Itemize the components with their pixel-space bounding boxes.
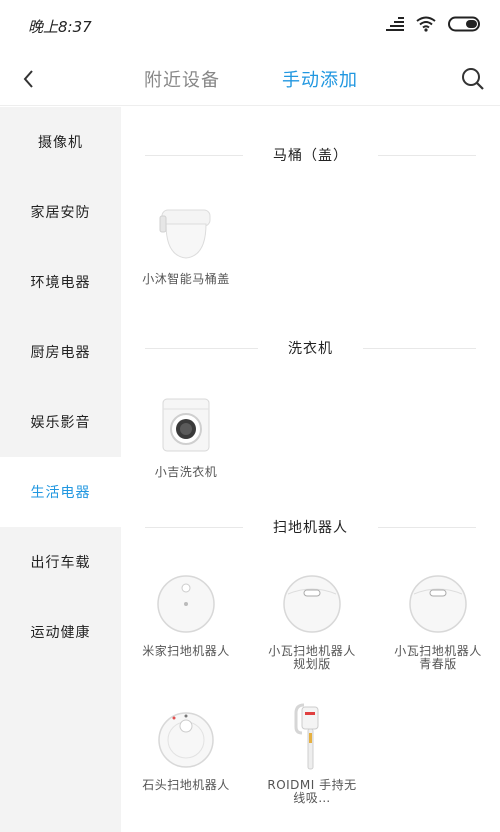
- status-bar: 晚上8:37: [0, 0, 500, 52]
- section-header: 洗衣机: [145, 338, 476, 358]
- sidebar-item-life-appliances[interactable]: 生活电器: [0, 457, 121, 527]
- back-button[interactable]: [14, 64, 42, 94]
- status-time: 晚上8:37: [28, 18, 92, 36]
- robot-vacuum-icon: [277, 569, 347, 639]
- header: 附近设备 手动添加: [0, 52, 500, 106]
- device-name: 小瓦扫地机器人规划版: [268, 644, 356, 671]
- section-title: 洗衣机: [288, 341, 333, 357]
- device-card[interactable]: 米家扫地机器人: [131, 569, 241, 658]
- device-card[interactable]: 石头扫地机器人: [131, 703, 241, 792]
- sidebar-item-camera[interactable]: 摄像机: [0, 107, 121, 177]
- handheld-vacuum-icon: [277, 703, 347, 773]
- tab-manual-add[interactable]: 手动添加: [282, 66, 358, 92]
- sidebar-item-travel[interactable]: 出行车载: [0, 527, 121, 597]
- battery-icon: [448, 16, 482, 32]
- section-header: 马桶（盖）: [145, 145, 476, 165]
- category-sidebar: 摄像机 家居安防 环境电器 厨房电器 娱乐影音 生活电器 出行车载 运动健康: [0, 107, 121, 832]
- device-name: 米家扫地机器人: [142, 644, 230, 658]
- robot-vacuum-icon: [151, 703, 221, 773]
- sidebar-item-kitchen[interactable]: 厨房电器: [0, 317, 121, 387]
- device-name: ROIDMI 手持无线吸…: [267, 778, 357, 805]
- section-title: 扫地机器人: [273, 520, 348, 536]
- sidebar-item-environment[interactable]: 环境电器: [0, 247, 121, 317]
- toilet-seat-icon: [151, 197, 221, 267]
- tab-nearby-devices[interactable]: 附近设备: [144, 66, 220, 92]
- search-icon: [462, 68, 484, 90]
- device-name: 小沐智能马桶盖: [142, 272, 230, 286]
- device-name: 小吉洗衣机: [154, 465, 218, 479]
- signal-icon: [386, 17, 404, 31]
- washing-machine-icon: [151, 390, 221, 460]
- chevron-left-icon: [23, 70, 33, 88]
- sidebar-item-home-security[interactable]: 家居安防: [0, 177, 121, 247]
- sidebar-item-sports-health[interactable]: 运动健康: [0, 597, 121, 667]
- wifi-icon: [416, 16, 436, 32]
- device-card[interactable]: 小瓦扫地机器人规划版: [257, 569, 367, 671]
- device-card[interactable]: ROIDMI 手持无线吸…: [257, 703, 367, 805]
- robot-vacuum-icon: [403, 569, 473, 639]
- section-header: 扫地机器人: [145, 517, 476, 537]
- device-card[interactable]: 小沐智能马桶盖: [131, 197, 241, 286]
- status-icons: [386, 16, 482, 32]
- device-list: 马桶（盖） 小沐智能马桶盖 洗衣机 小吉洗衣机 扫地机器人 米家扫地机器人 小瓦…: [121, 107, 500, 832]
- section-title: 马桶（盖）: [273, 148, 348, 164]
- robot-vacuum-icon: [151, 569, 221, 639]
- device-name: 石头扫地机器人: [142, 778, 230, 792]
- sidebar-item-entertainment[interactable]: 娱乐影音: [0, 387, 121, 457]
- device-name: 小瓦扫地机器人青春版: [394, 644, 482, 671]
- device-card[interactable]: 小瓦扫地机器人青春版: [383, 569, 493, 671]
- search-button[interactable]: [458, 64, 488, 94]
- device-card[interactable]: 小吉洗衣机: [131, 390, 241, 479]
